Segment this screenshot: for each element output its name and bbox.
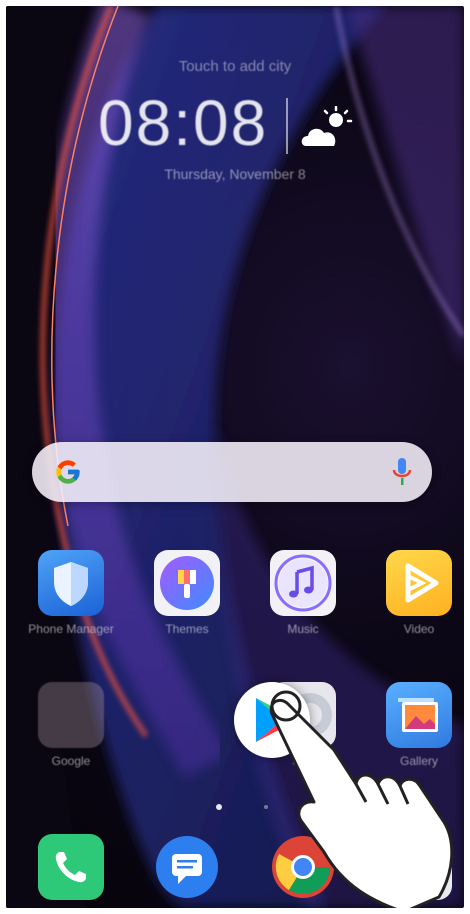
google-g-icon <box>56 460 80 484</box>
dock-phone[interactable] <box>38 834 104 900</box>
date-text: Thursday, November 8 <box>164 166 306 182</box>
paintbrush-icon <box>154 550 220 616</box>
app-themes[interactable]: Themes <box>142 550 232 636</box>
home-screen: Touch to add city 08:08 Thursday, Novemb… <box>6 6 464 908</box>
microphone-icon[interactable] <box>392 456 412 488</box>
add-city-prompt[interactable]: Touch to add city <box>6 58 464 75</box>
app-video[interactable]: Video <box>374 550 464 636</box>
app-google-folder[interactable]: Google <box>26 682 116 768</box>
clock-time[interactable]: 08:08 <box>98 86 268 160</box>
app-phone-manager[interactable]: Phone Manager <box>26 550 116 636</box>
page-dot-active <box>216 804 222 810</box>
music-note-icon <box>270 550 336 616</box>
app-label: Google <box>51 754 91 768</box>
app-label: Themes <box>165 622 209 636</box>
app-label: Video <box>403 622 435 636</box>
app-label: Music <box>287 622 319 636</box>
play-icon <box>386 550 452 616</box>
app-label: Phone Manager <box>28 622 114 636</box>
clock-divider <box>286 98 288 154</box>
shield-icon <box>38 550 104 616</box>
app-music[interactable]: Music <box>258 550 348 636</box>
phone-icon <box>38 834 104 900</box>
folder-icon <box>38 682 104 748</box>
google-search-bar[interactable] <box>32 442 432 502</box>
partly-cloudy-icon[interactable] <box>298 106 354 152</box>
messages-icon <box>156 836 218 898</box>
pointing-hand-icon <box>269 690 454 908</box>
dock-messages[interactable] <box>154 834 220 900</box>
